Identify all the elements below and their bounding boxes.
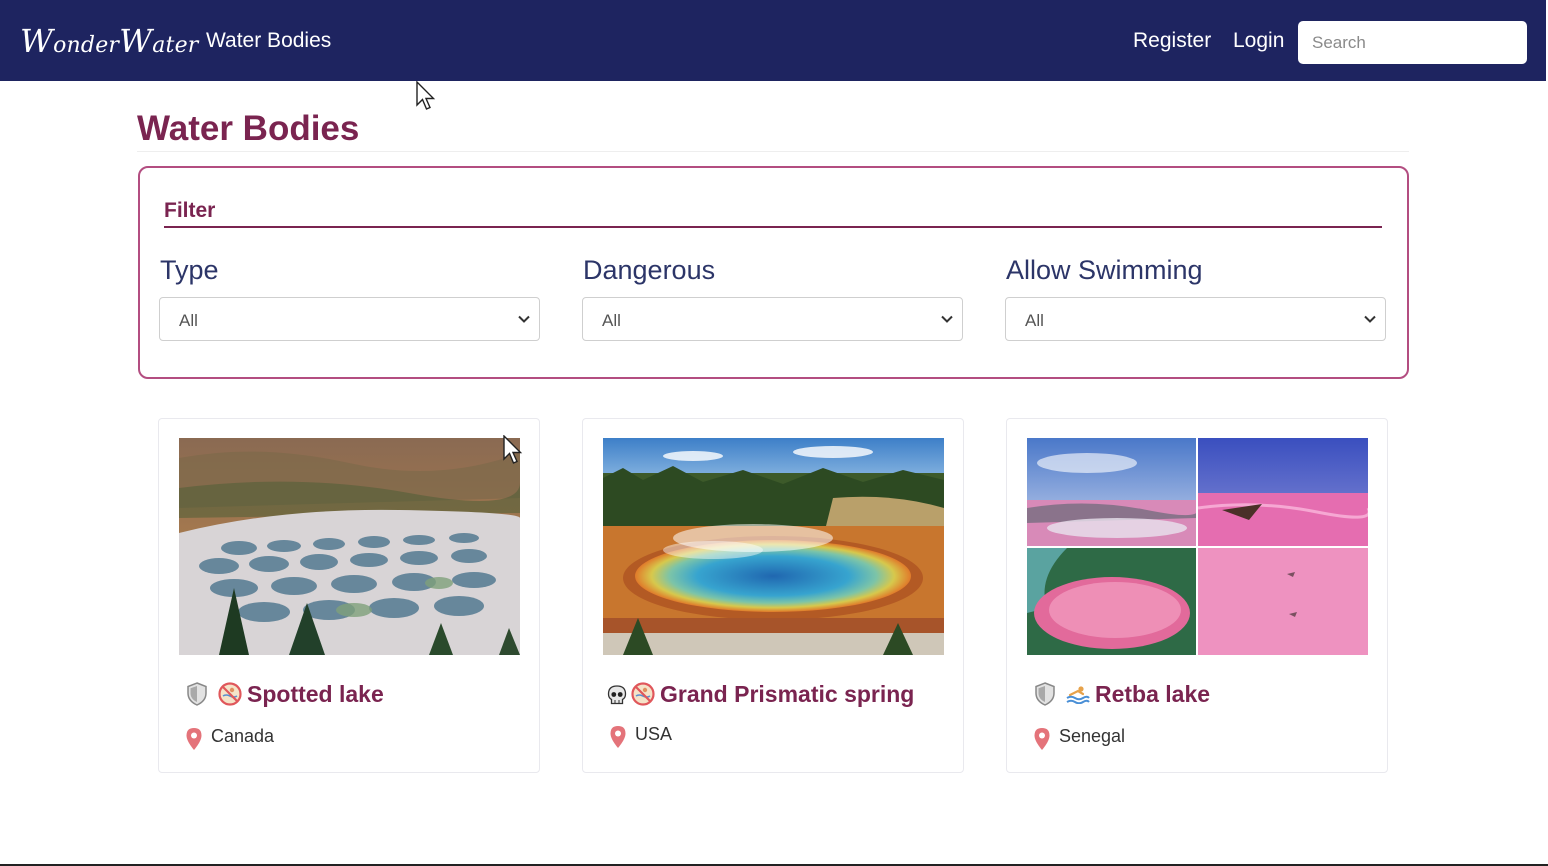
brand-logo[interactable]: WonderWater (20, 22, 199, 60)
chevron-down-icon (1364, 315, 1376, 323)
type-label: Type (160, 255, 219, 285)
brand-word-2: ater (152, 33, 199, 58)
water-body-card[interactable]: Grand Prismatic spring USA (582, 418, 964, 773)
search-input[interactable] (1298, 21, 1527, 64)
dangerous-select[interactable]: All (582, 297, 963, 341)
nav-link-register[interactable]: Register (1133, 29, 1211, 53)
location-pin-icon (1034, 728, 1050, 750)
card-country: Canada (211, 726, 275, 746)
type-select[interactable]: All (159, 297, 540, 341)
card-title[interactable]: Retba lake (1095, 681, 1210, 708)
mouse-cursor-icon (416, 81, 436, 110)
dangerous-select-value: All (602, 311, 621, 330)
nav-link-water-bodies[interactable]: Water Bodies (206, 29, 331, 53)
shield-icon (187, 682, 207, 706)
grand-prismatic-spring-image[interactable] (603, 438, 944, 655)
allow-swimming-select[interactable]: All (1005, 297, 1386, 341)
card-country: Senegal (1059, 726, 1126, 746)
shield-icon (1035, 682, 1055, 706)
card-title[interactable]: Spotted lake (247, 681, 384, 708)
retba-lake-image[interactable] (1027, 438, 1368, 655)
no-swimming-icon (631, 682, 655, 706)
brand-initial-2: W (119, 22, 153, 60)
allow-swimming-label: Allow Swimming (1006, 255, 1203, 285)
brand-word-1: onder (53, 33, 120, 58)
card-title[interactable]: Grand Prismatic spring (660, 681, 914, 708)
swimming-icon (1066, 686, 1090, 704)
allow-swimming-select-value: All (1025, 311, 1044, 330)
filter-panel (138, 166, 1409, 379)
page-title: Water Bodies (137, 109, 360, 148)
skull-icon (607, 685, 627, 705)
title-divider (137, 151, 1409, 152)
water-body-card[interactable]: Spotted lake Canada (158, 418, 540, 773)
spotted-lake-image[interactable] (179, 438, 520, 655)
navbar: WonderWater Water Bodies Register Login (0, 0, 1546, 81)
mouse-cursor-icon (503, 435, 523, 464)
filter-legend: Filter (164, 199, 216, 222)
location-pin-icon (610, 726, 626, 748)
location-pin-icon (186, 728, 202, 750)
no-swimming-icon (218, 682, 242, 706)
type-select-value: All (179, 311, 198, 330)
water-body-card[interactable]: Retba lake Senegal (1006, 418, 1388, 773)
card-country: USA (635, 724, 673, 744)
filter-divider (164, 226, 1382, 228)
nav-link-login[interactable]: Login (1233, 29, 1284, 53)
brand-initial-1: W (20, 22, 54, 60)
chevron-down-icon (941, 315, 953, 323)
chevron-down-icon (518, 315, 530, 323)
dangerous-label: Dangerous (583, 255, 716, 285)
